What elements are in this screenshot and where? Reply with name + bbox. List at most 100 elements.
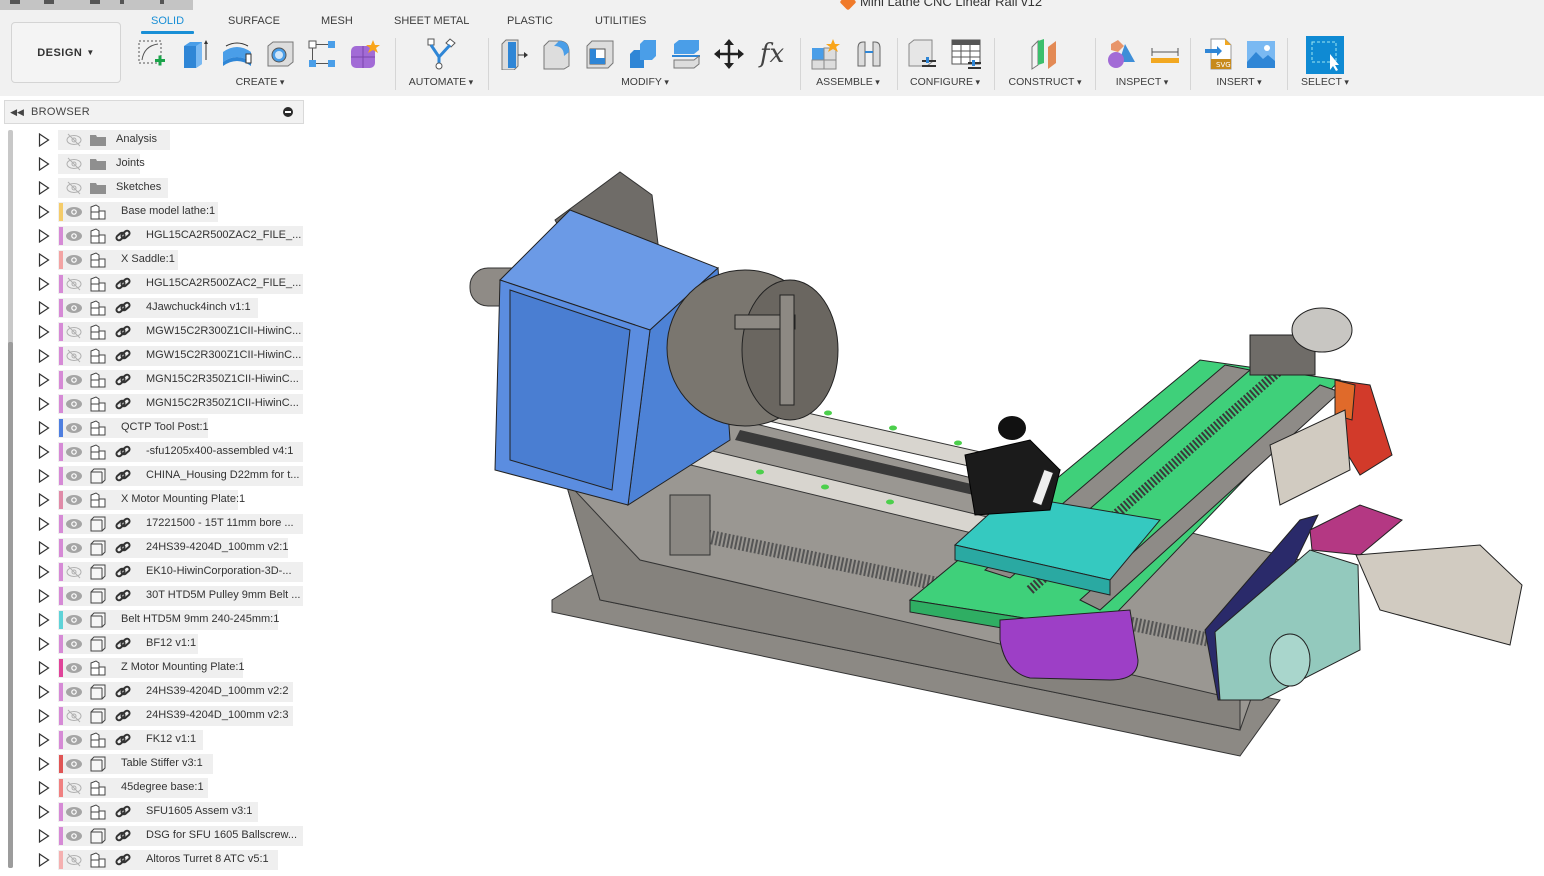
undo-icon[interactable] [120,0,124,4]
insert-svg-icon[interactable]: SVG [1202,36,1236,72]
expand-triangle-icon[interactable] [38,709,50,723]
visibility-eye-icon[interactable] [65,757,83,771]
browser-item[interactable]: 24HS39-4204D_100mm v2:2 [0,680,310,704]
browser-item[interactable]: Table Stiffer v3:1 [0,752,310,776]
expand-triangle-icon[interactable] [38,349,50,363]
expand-triangle-icon[interactable] [38,733,50,747]
lathe-model[interactable] [310,96,1544,876]
expand-triangle-icon[interactable] [38,157,50,171]
browser-item[interactable]: Z Motor Mounting Plate:1 [0,656,310,680]
create-sketch-icon[interactable] [135,36,169,72]
visibility-hidden-icon[interactable] [65,565,83,579]
expand-triangle-icon[interactable] [38,469,50,483]
construct-menu[interactable]: CONSTRUCT [1009,76,1082,88]
browser-item[interactable]: QCTP Tool Post:1 [0,416,310,440]
visibility-eye-icon[interactable] [65,541,83,555]
expand-triangle-icon[interactable] [38,445,50,459]
visibility-eye-icon[interactable] [65,661,83,675]
save-icon[interactable] [90,0,100,4]
hole-icon[interactable] [263,36,297,72]
visibility-hidden-icon[interactable] [65,277,83,291]
tab-sheet-metal[interactable]: SHEET METAL [394,15,469,27]
tab-surface[interactable]: SURFACE [228,15,280,27]
browser-item[interactable]: Sketches [0,176,310,200]
visibility-eye-icon[interactable] [65,589,83,603]
visibility-hidden-icon[interactable] [65,853,83,867]
visibility-eye-icon[interactable] [65,829,83,843]
expand-triangle-icon[interactable] [38,661,50,675]
insert-menu[interactable]: INSERT [1216,76,1261,88]
3d-viewport[interactable] [310,96,1544,876]
offset-plane-icon[interactable] [1028,36,1062,72]
browser-item[interactable]: MGW15C2R300Z1CII-HiwinC... [0,320,310,344]
expand-triangle-icon[interactable] [38,685,50,699]
browser-item[interactable]: 45degree base:1 [0,776,310,800]
expand-triangle-icon[interactable] [38,637,50,651]
visibility-eye-icon[interactable] [65,733,83,747]
expand-triangle-icon[interactable] [38,805,50,819]
visibility-hidden-icon[interactable] [65,133,83,147]
expand-triangle-icon[interactable] [38,853,50,867]
browser-item[interactable]: Belt HTD5M 9mm 240-245mm:1 [0,608,310,632]
expand-triangle-icon[interactable] [38,757,50,771]
create-form-icon[interactable] [347,36,381,72]
automate-icon[interactable] [424,36,458,72]
browser-item[interactable]: MGN15C2R350Z1CII-HiwinC... [0,368,310,392]
assemble-menu[interactable]: ASSEMBLE [816,76,880,88]
configure-icon[interactable] [905,36,939,72]
extrude-icon[interactable] [177,36,211,72]
expand-triangle-icon[interactable] [38,133,50,147]
joint-icon[interactable] [852,36,886,72]
inspect-menu[interactable]: INSPECT [1116,76,1169,88]
expand-triangle-icon[interactable] [38,397,50,411]
move-icon[interactable] [712,36,746,72]
browser-item[interactable]: 24HS39-4204D_100mm v2:3 [0,704,310,728]
expand-triangle-icon[interactable] [38,421,50,435]
expand-triangle-icon[interactable] [38,781,50,795]
browser-item[interactable]: -sfu1205x400-assembled v4:1 [0,440,310,464]
split-body-icon[interactable] [669,36,703,72]
browser-item[interactable]: CHINA_Housing D22mm for t... [0,464,310,488]
browser-item[interactable]: HGL15CA2R500ZAC2_FILE_... [0,272,310,296]
browser-item[interactable]: MGW15C2R300Z1CII-HiwinC... [0,344,310,368]
revolve-icon[interactable] [220,36,254,72]
shell-icon[interactable] [583,36,617,72]
redo-icon[interactable] [160,0,164,4]
combine-icon[interactable] [626,36,660,72]
browser-item[interactable]: EK10-HiwinCorporation-3D-... [0,560,310,584]
visibility-hidden-icon[interactable] [65,157,83,171]
window-select-icon[interactable] [1306,36,1344,74]
insert-image-icon[interactable] [1244,36,1278,72]
tab-solid[interactable]: SOLID [140,15,195,34]
create-menu[interactable]: CREATE [236,76,285,88]
visibility-hidden-icon[interactable] [65,349,83,363]
browser-item[interactable]: Altoros Turret 8 ATC v5:1 [0,848,310,872]
expand-triangle-icon[interactable] [38,229,50,243]
visibility-hidden-icon[interactable] [65,709,83,723]
browser-item[interactable]: 4Jawchuck4inch v1:1 [0,296,310,320]
file-menu-icon[interactable] [44,0,54,4]
expand-triangle-icon[interactable] [38,205,50,219]
interference-icon[interactable] [1104,36,1138,72]
browser-item[interactable]: BF12 v1:1 [0,632,310,656]
expand-triangle-icon[interactable] [38,829,50,843]
measure-icon[interactable] [1148,36,1182,72]
tab-utilities[interactable]: UTILITIES [595,15,646,27]
select-menu[interactable]: SELECT [1301,76,1349,88]
expand-triangle-icon[interactable] [38,181,50,195]
grid-menu-icon[interactable] [10,0,20,4]
visibility-eye-icon[interactable] [65,397,83,411]
visibility-eye-icon[interactable] [65,253,83,267]
browser-item[interactable]: FK12 v1:1 [0,728,310,752]
visibility-eye-icon[interactable] [65,493,83,507]
visibility-hidden-icon[interactable] [65,781,83,795]
configure-menu[interactable]: CONFIGURE [910,76,980,88]
browser-item[interactable]: 24HS39-4204D_100mm v2:1 [0,536,310,560]
expand-triangle-icon[interactable] [38,517,50,531]
expand-triangle-icon[interactable] [38,325,50,339]
expand-triangle-icon[interactable] [38,253,50,267]
visibility-eye-icon[interactable] [65,445,83,459]
visibility-eye-icon[interactable] [65,685,83,699]
automate-menu[interactable]: AUTOMATE [409,76,473,88]
expand-triangle-icon[interactable] [38,541,50,555]
